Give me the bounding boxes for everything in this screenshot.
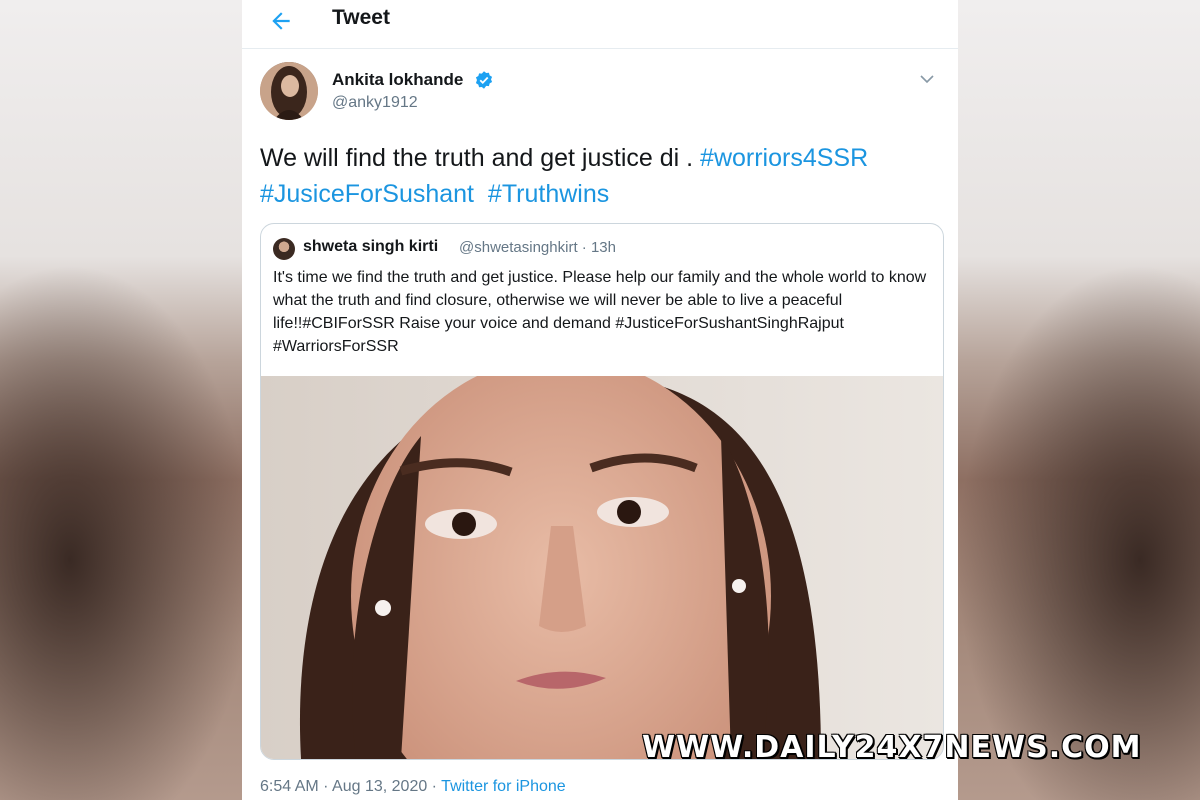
- hashtag-link[interactable]: #worriors4SSR: [700, 144, 868, 172]
- quoted-author-name: shweta singh kirti: [303, 238, 439, 255]
- site-watermark: WWW.DAILY24X7NEWS.COM: [642, 730, 1142, 765]
- page-title: Tweet: [332, 6, 390, 29]
- quoted-author-meta: @shwetasinghkirt · 13h: [459, 239, 616, 256]
- quoted-author-handle: @shwetasinghkirt: [459, 239, 578, 256]
- tweet-page: Tweet Ankita lokhande @anky1912 We will …: [242, 0, 958, 800]
- quoted-tweet[interactable]: shweta singh kirti @shwetasinghkirt · 13…: [260, 223, 944, 760]
- tweet-text: We will find the truth and get justice d…: [260, 140, 950, 212]
- avatar[interactable]: [260, 62, 318, 120]
- tweet-author: Ankita lokhande @anky1912: [260, 62, 940, 122]
- chevron-down-icon[interactable]: [918, 70, 936, 88]
- author-name[interactable]: Ankita lokhande: [332, 70, 463, 90]
- avatar: [273, 238, 295, 260]
- tweet-footer: 6:54 AM · Aug 13, 2020 · Twitter for iPh…: [260, 778, 566, 796]
- hashtag-link[interactable]: #JusiceForSushant: [260, 180, 474, 208]
- arrow-left-icon[interactable]: [268, 8, 294, 34]
- quoted-photo[interactable]: [261, 356, 943, 759]
- tweet-timestamp[interactable]: 6:54 AM · Aug 13, 2020 ·: [260, 778, 441, 795]
- page-header: Tweet: [242, 0, 958, 49]
- hashtag-link[interactable]: #Truthwins: [488, 180, 609, 208]
- quoted-age: · 13h: [581, 239, 616, 256]
- tweet-text-body: We will find the truth and get justice d…: [260, 144, 701, 172]
- verified-badge-icon: [475, 71, 493, 89]
- author-handle: @anky1912: [332, 94, 418, 111]
- quoted-text: It's time we find the truth and get just…: [273, 269, 927, 355]
- tweet-source-link[interactable]: Twitter for iPhone: [441, 778, 566, 795]
